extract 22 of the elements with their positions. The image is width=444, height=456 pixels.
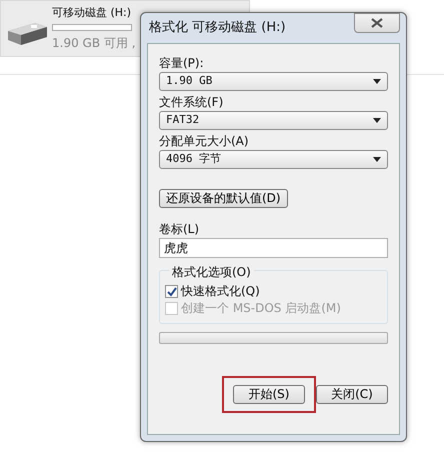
field-label: 容量(P):: [159, 56, 204, 70]
start-button[interactable]: 开始(S): [233, 385, 305, 404]
drive-name: 可移动磁盘 (H:): [52, 5, 132, 21]
input-field[interactable]: 虎虎: [159, 238, 388, 258]
field-label: 卷标(L): [159, 222, 200, 236]
dropdown[interactable]: 1.90 GB: [159, 72, 388, 91]
dropdown[interactable]: FAT32: [159, 111, 388, 130]
check-icon: [166, 286, 176, 296]
checkbox[interactable]: 快速格式化(Q): [165, 283, 382, 300]
caret-icon: [373, 118, 381, 123]
close-button[interactable]: [354, 13, 400, 33]
restore-defaults-button[interactable]: 还原设备的默认值(D): [159, 189, 288, 208]
caret-icon: [373, 157, 381, 162]
dropdown[interactable]: 4096 字节: [159, 150, 388, 169]
close-icon: [371, 18, 383, 28]
checkbox: 创建一个 MS-DOS 启动盘(M): [165, 300, 382, 317]
caret-icon: [373, 79, 381, 84]
close-dialog-button[interactable]: 关闭(C): [316, 385, 388, 404]
free-space-text: 1.90 GB 可用 ,: [52, 35, 136, 52]
group-title: 格式化选项(O): [169, 265, 254, 279]
field-label: 文件系统(F): [159, 95, 224, 109]
field-label: 分配单元大小(A): [159, 134, 249, 148]
